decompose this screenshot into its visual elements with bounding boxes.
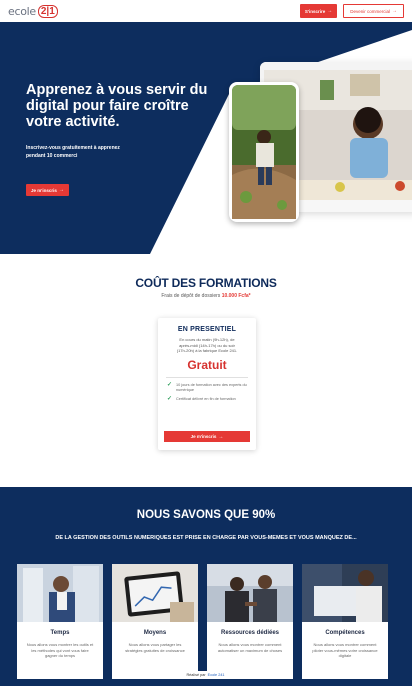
fee-text: Frais de dépôt de dossiers: [161, 293, 221, 299]
tile-title: Compétences: [325, 630, 365, 636]
feature-text: 10 jours de formation avec des experts d…: [176, 382, 247, 392]
logo-badge: 2|1: [37, 4, 58, 18]
farmer-field-photo: [232, 85, 296, 219]
stats-subtitle: DE LA GESTION DES OUTILS NUMERIQUES EST …: [55, 535, 357, 541]
top-header: ecole 2|1 S'inscrire → Devenir commercia…: [0, 0, 412, 22]
laptop-work-photo: [302, 564, 388, 622]
tile-competences: Compétences Nous allons vous montrer com…: [302, 564, 388, 679]
become-sales-label: Devenir commercial: [350, 8, 390, 14]
card-cta-label: Je m'inscris: [190, 434, 217, 439]
hero-signup-button[interactable]: Je m'inscris →: [26, 184, 69, 196]
feature-item: ✓ Certificat délivré en fin de formation: [167, 395, 247, 402]
signup-button[interactable]: S'inscrire →: [299, 4, 338, 18]
pricing-fee: Frais de dépôt de dossiers 10.000 Fcfa*: [0, 293, 412, 299]
signup-label: S'inscrire: [304, 8, 326, 14]
made-by-badge[interactable]: Réalisé par Ecole 241: [178, 671, 233, 679]
tile-description: Nous allons vous montrer comment automat…: [217, 642, 283, 653]
tile-description: Nous allons vous montrer comment piloter…: [312, 642, 378, 658]
tile-title: Temps: [50, 630, 70, 636]
tile-ressources: Ressources dédiées Nous allons vous mont…: [207, 564, 293, 679]
card-description: En cours du matin (9h-12h), de après-mid…: [164, 337, 250, 354]
divider: [166, 376, 248, 378]
become-sales-button[interactable]: Devenir commercial →: [343, 4, 404, 18]
check-icon: ✓: [167, 395, 173, 402]
arrow-right-icon: →: [218, 433, 224, 440]
hero-title: Apprenez à vous servir du digital pour f…: [26, 82, 208, 130]
tiles-row: Temps Nous allons vous montrer les outil…: [17, 564, 388, 679]
hero-cta-label: Je m'inscris: [31, 187, 57, 193]
stats-section: NOUS SAVONS QUE 90% DE LA GESTION DES OU…: [0, 487, 412, 686]
made-by-text: Réalisé par: [186, 673, 206, 677]
card-title: EN PRESENTIEL: [177, 326, 237, 333]
tile-title: Moyens: [143, 630, 167, 636]
feature-item: ✓ 10 jours de formation avec des experts…: [167, 381, 247, 393]
tile-description: Nous allons vous partager les stratégies…: [125, 642, 185, 653]
feature-text: Certificat délivré en fin de formation: [176, 396, 236, 401]
check-icon: ✓: [167, 381, 173, 388]
card-signup-button[interactable]: Je m'inscris →: [164, 431, 250, 442]
card-desc-line: (17h-20h) à la fabrique Ecole 241.: [176, 348, 238, 354]
phone-mockup-image: [229, 82, 299, 222]
arrow-right-icon: →: [58, 187, 64, 193]
hero-section: Apprenez à vous servir du digital pour f…: [0, 22, 412, 254]
tile-description: Nous allons vous montrer les outils et l…: [26, 642, 94, 658]
fee-amount: 10.000 Fcfa*: [221, 293, 251, 299]
tile-title: Ressources dédiées: [220, 630, 280, 636]
pricing-card: EN PRESENTIEL En cours du matin (9h-12h)…: [158, 318, 256, 450]
logo-text: ecole: [8, 4, 36, 18]
tablet-chart-photo: [112, 564, 198, 622]
tile-temps: Temps Nous allons vous montrer les outil…: [17, 564, 103, 679]
businessman-watch-photo: [17, 564, 103, 622]
arrow-right-icon: →: [392, 8, 397, 14]
stats-title: NOUS SAVONS QUE 90%: [136, 509, 276, 521]
tile-moyens: Moyens Nous allons vous partager les str…: [112, 564, 198, 679]
card-price: Gratuit: [187, 357, 227, 372]
made-by-brand: Ecole 241: [207, 673, 225, 677]
ecole241-logo[interactable]: ecole 2|1: [8, 4, 58, 18]
arrow-right-icon: →: [327, 8, 333, 14]
hero-subtitle: Inscrivez-vous gratuitement à apprenez p…: [26, 145, 120, 159]
pricing-title: COÛT DES FORMATIONS: [135, 276, 277, 290]
business-handshake-photo: [207, 564, 293, 622]
